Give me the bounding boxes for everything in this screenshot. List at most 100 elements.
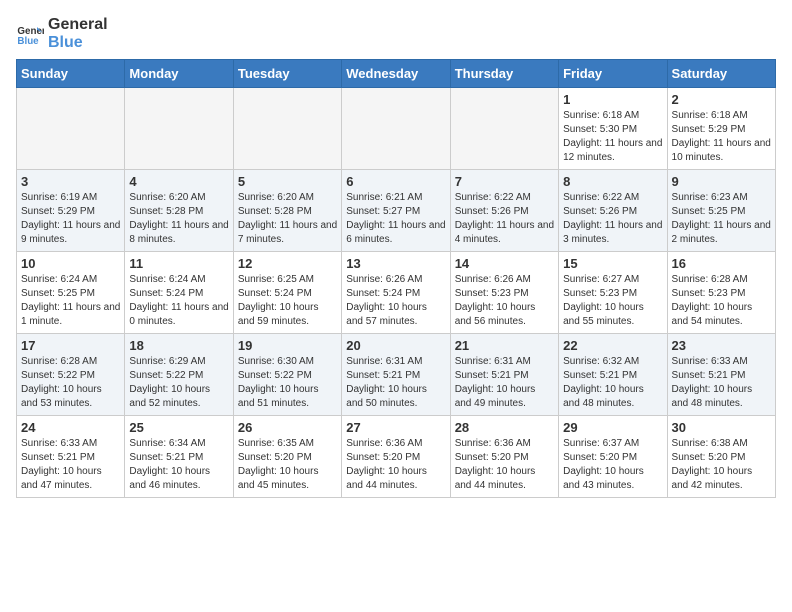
day-number: 3 (21, 174, 120, 189)
calendar-cell: 30Sunrise: 6:38 AM Sunset: 5:20 PM Dayli… (667, 416, 775, 498)
day-number: 14 (455, 256, 554, 271)
logo-line1: General (48, 16, 108, 34)
calendar-cell: 19 Sunrise: 6:30 AM Sunset: 5:22 PM Dayli… (233, 334, 341, 416)
weekday-header: Thursday (450, 60, 558, 88)
day-info: Sunrise: 6:30 AM Sunset: 5:22 PM Dayligh… (238, 355, 337, 411)
day-number: 12 (238, 256, 337, 271)
calendar-week-row: 10 Sunrise: 6:24 AM Sunset: 5:25 PM Dayli… (17, 252, 776, 334)
calendar-cell: 13 Sunrise: 6:26 AM Sunset: 5:24 PM Dayli… (342, 252, 450, 334)
day-info: Sunrise: 6:26 AM Sunset: 5:24 PM Dayligh… (346, 273, 445, 329)
calendar-cell: 10 Sunrise: 6:24 AM Sunset: 5:25 PM Dayli… (17, 252, 125, 334)
day-info: Sunrise: 6:33 AM Sunset: 5:21 PM Dayligh… (672, 355, 771, 411)
day-number: 7 (455, 174, 554, 189)
day-info: Sunrise: 6:31 AM Sunset: 5:21 PM Dayligh… (455, 355, 554, 411)
day-number: 17 (21, 338, 120, 353)
calendar-cell: 20Sunrise: 6:31 AM Sunset: 5:21 PM Dayli… (342, 334, 450, 416)
day-number: 4 (129, 174, 228, 189)
day-info: Sunrise: 6:38 AM Sunset: 5:20 PM Dayligh… (672, 437, 771, 493)
calendar-cell (342, 88, 450, 170)
calendar-cell: 28 Sunrise: 6:36 AM Sunset: 5:20 PM Dayli… (450, 416, 558, 498)
logo: General Blue General Blue (16, 16, 108, 51)
calendar-cell: 9 Sunrise: 6:23 AM Sunset: 5:25 PM Daylig… (667, 170, 775, 252)
day-info: Sunrise: 6:34 AM Sunset: 5:21 PM Dayligh… (129, 437, 228, 493)
day-info: Sunrise: 6:36 AM Sunset: 5:20 PM Dayligh… (455, 437, 554, 493)
day-number: 8 (563, 174, 662, 189)
calendar-cell: 3Sunrise: 6:19 AM Sunset: 5:29 PM Daylig… (17, 170, 125, 252)
calendar-cell: 27Sunrise: 6:36 AM Sunset: 5:20 PM Dayli… (342, 416, 450, 498)
day-info: Sunrise: 6:22 AM Sunset: 5:26 PM Dayligh… (455, 191, 554, 247)
day-info: Sunrise: 6:20 AM Sunset: 5:28 PM Dayligh… (129, 191, 228, 247)
calendar-cell: 5 Sunrise: 6:20 AM Sunset: 5:28 PM Daylig… (233, 170, 341, 252)
day-info: Sunrise: 6:22 AM Sunset: 5:26 PM Dayligh… (563, 191, 662, 247)
day-number: 6 (346, 174, 445, 189)
day-number: 28 (455, 420, 554, 435)
day-number: 5 (238, 174, 337, 189)
day-info: Sunrise: 6:27 AM Sunset: 5:23 PM Dayligh… (563, 273, 662, 329)
day-number: 24 (21, 420, 120, 435)
day-number: 19 (238, 338, 337, 353)
calendar-cell: 11Sunrise: 6:24 AM Sunset: 5:24 PM Dayli… (125, 252, 233, 334)
day-number: 20 (346, 338, 445, 353)
calendar-cell: 17 Sunrise: 6:28 AM Sunset: 5:22 PM Dayli… (17, 334, 125, 416)
calendar-cell: 18 Sunrise: 6:29 AM Sunset: 5:22 PM Dayli… (125, 334, 233, 416)
calendar-cell: 1 Sunrise: 6:18 AM Sunset: 5:30 PM Daylig… (559, 88, 667, 170)
page-header: General Blue General Blue (16, 16, 776, 51)
day-info: Sunrise: 6:23 AM Sunset: 5:25 PM Dayligh… (672, 191, 771, 247)
calendar-header-row: SundayMondayTuesdayWednesdayThursdayFrid… (17, 60, 776, 88)
calendar-week-row: 17 Sunrise: 6:28 AM Sunset: 5:22 PM Dayli… (17, 334, 776, 416)
day-number: 26 (238, 420, 337, 435)
calendar-cell: 24 Sunrise: 6:33 AM Sunset: 5:21 PM Dayli… (17, 416, 125, 498)
calendar-week-row: 24 Sunrise: 6:33 AM Sunset: 5:21 PM Dayli… (17, 416, 776, 498)
day-info: Sunrise: 6:28 AM Sunset: 5:22 PM Dayligh… (21, 355, 120, 411)
day-info: Sunrise: 6:20 AM Sunset: 5:28 PM Dayligh… (238, 191, 337, 247)
calendar-cell: 23 Sunrise: 6:33 AM Sunset: 5:21 PM Dayli… (667, 334, 775, 416)
day-info: Sunrise: 6:29 AM Sunset: 5:22 PM Dayligh… (129, 355, 228, 411)
weekday-header: Tuesday (233, 60, 341, 88)
calendar: SundayMondayTuesdayWednesdayThursdayFrid… (16, 59, 776, 498)
day-number: 16 (672, 256, 771, 271)
day-number: 13 (346, 256, 445, 271)
calendar-cell (125, 88, 233, 170)
day-info: Sunrise: 6:37 AM Sunset: 5:20 PM Dayligh… (563, 437, 662, 493)
weekday-header: Saturday (667, 60, 775, 88)
svg-text:Blue: Blue (17, 35, 39, 46)
day-number: 9 (672, 174, 771, 189)
day-number: 25 (129, 420, 228, 435)
day-number: 21 (455, 338, 554, 353)
day-number: 15 (563, 256, 662, 271)
day-info: Sunrise: 6:25 AM Sunset: 5:24 PM Dayligh… (238, 273, 337, 329)
day-info: Sunrise: 6:18 AM Sunset: 5:29 PM Dayligh… (672, 109, 771, 165)
day-number: 18 (129, 338, 228, 353)
day-info: Sunrise: 6:21 AM Sunset: 5:27 PM Dayligh… (346, 191, 445, 247)
weekday-header: Friday (559, 60, 667, 88)
day-info: Sunrise: 6:32 AM Sunset: 5:21 PM Dayligh… (563, 355, 662, 411)
calendar-week-row: 1 Sunrise: 6:18 AM Sunset: 5:30 PM Daylig… (17, 88, 776, 170)
weekday-header: Wednesday (342, 60, 450, 88)
day-number: 23 (672, 338, 771, 353)
day-number: 22 (563, 338, 662, 353)
day-info: Sunrise: 6:18 AM Sunset: 5:30 PM Dayligh… (563, 109, 662, 165)
day-number: 1 (563, 92, 662, 107)
calendar-cell: 4 Sunrise: 6:20 AM Sunset: 5:28 PM Daylig… (125, 170, 233, 252)
day-info: Sunrise: 6:36 AM Sunset: 5:20 PM Dayligh… (346, 437, 445, 493)
day-info: Sunrise: 6:28 AM Sunset: 5:23 PM Dayligh… (672, 273, 771, 329)
day-number: 10 (21, 256, 120, 271)
day-number: 11 (129, 256, 228, 271)
calendar-cell: 25 Sunrise: 6:34 AM Sunset: 5:21 PM Dayli… (125, 416, 233, 498)
calendar-cell (450, 88, 558, 170)
logo-line2: Blue (48, 34, 108, 52)
calendar-cell: 8 Sunrise: 6:22 AM Sunset: 5:26 PM Daylig… (559, 170, 667, 252)
day-info: Sunrise: 6:24 AM Sunset: 5:25 PM Dayligh… (21, 273, 120, 329)
calendar-cell: 22 Sunrise: 6:32 AM Sunset: 5:21 PM Dayli… (559, 334, 667, 416)
logo-icon: General Blue (16, 20, 44, 48)
weekday-header: Monday (125, 60, 233, 88)
day-info: Sunrise: 6:33 AM Sunset: 5:21 PM Dayligh… (21, 437, 120, 493)
day-info: Sunrise: 6:26 AM Sunset: 5:23 PM Dayligh… (455, 273, 554, 329)
day-number: 29 (563, 420, 662, 435)
calendar-cell: 7 Sunrise: 6:22 AM Sunset: 5:26 PM Daylig… (450, 170, 558, 252)
calendar-cell: 21 Sunrise: 6:31 AM Sunset: 5:21 PM Dayli… (450, 334, 558, 416)
calendar-cell: 2 Sunrise: 6:18 AM Sunset: 5:29 PM Daylig… (667, 88, 775, 170)
calendar-week-row: 3Sunrise: 6:19 AM Sunset: 5:29 PM Daylig… (17, 170, 776, 252)
day-number: 2 (672, 92, 771, 107)
calendar-cell: 12 Sunrise: 6:25 AM Sunset: 5:24 PM Dayli… (233, 252, 341, 334)
